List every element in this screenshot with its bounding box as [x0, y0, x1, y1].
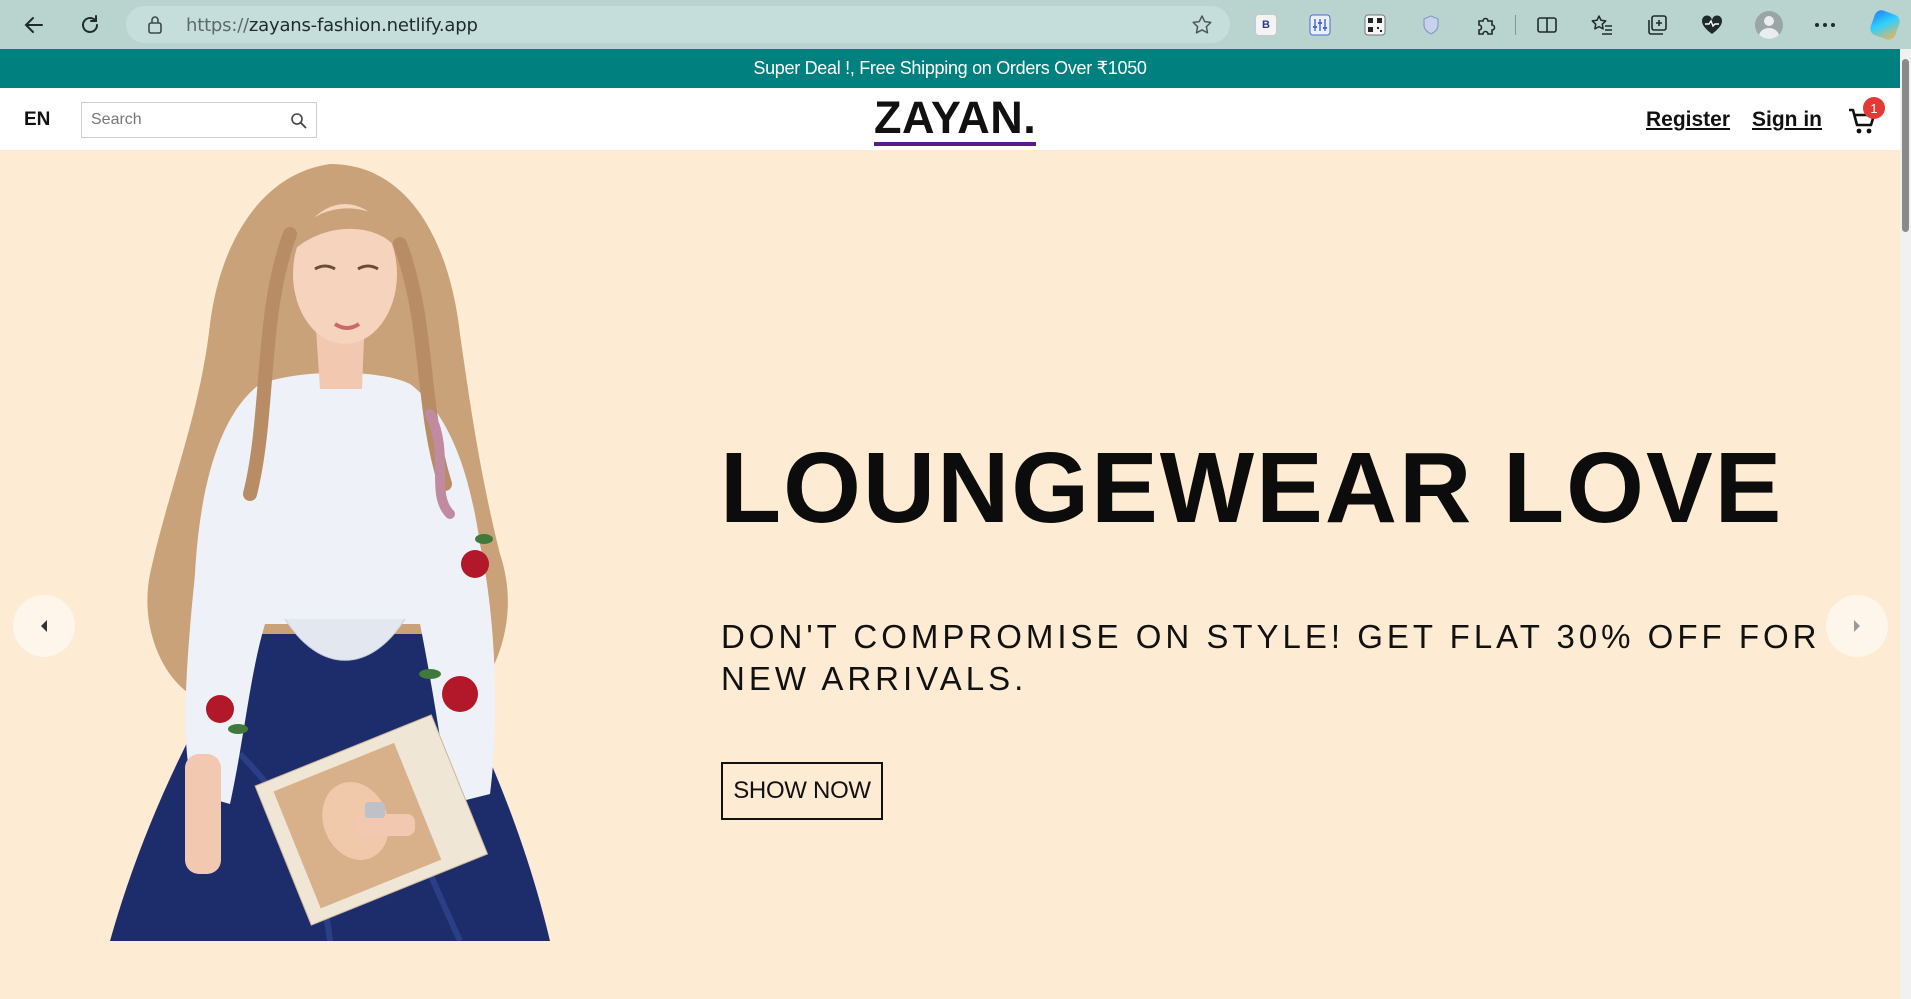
language-selector[interactable]: EN: [24, 109, 50, 131]
back-button[interactable]: [16, 7, 52, 43]
search-icon[interactable]: [290, 112, 307, 129]
promo-text: Super Deal !, Free Shipping on Orders Ov…: [753, 58, 1147, 78]
qr-code-icon: [1364, 14, 1386, 36]
favorite-star-icon[interactable]: [1190, 13, 1214, 37]
slider-prev-button[interactable]: [13, 595, 75, 657]
extension-shield-button[interactable]: [1414, 8, 1448, 42]
scrollbar-thumb[interactable]: [1902, 59, 1909, 232]
caret-left-icon: [41, 620, 47, 632]
more-dots-icon: [1815, 23, 1835, 27]
site-header: EN ZAYAN. Register Sign in 1: [0, 88, 1900, 150]
extensions-button[interactable]: [1469, 8, 1503, 42]
address-bar[interactable]: https://zayans-fashion.netlify.app: [126, 6, 1230, 43]
puzzle-icon: [1478, 17, 1496, 35]
search-box: [81, 102, 317, 138]
reload-button[interactable]: [72, 7, 108, 43]
copilot-icon: [1868, 8, 1902, 42]
hero-slider: LOUNGEWEAR LOVE DON'T COMPROMISE ON STYL…: [0, 150, 1900, 999]
shield-icon: [1423, 15, 1439, 35]
browser-toolbar: https://zayans-fashion.netlify.app B: [0, 0, 1911, 49]
hero-model-image: [110, 164, 550, 941]
extension-b-button[interactable]: B: [1249, 8, 1283, 42]
arrow-left-icon: [24, 17, 43, 33]
split-screen-button[interactable]: [1530, 8, 1564, 42]
page-scrollbar[interactable]: [1900, 49, 1911, 999]
sign-in-link[interactable]: Sign in: [1752, 108, 1822, 132]
slider-next-button[interactable]: [1826, 595, 1888, 657]
collections-button[interactable]: [1640, 8, 1674, 42]
browser-essentials-button[interactable]: [1695, 8, 1729, 42]
site-logo[interactable]: ZAYAN.: [874, 94, 1037, 146]
reload-icon: [82, 15, 98, 33]
profile-button[interactable]: [1752, 8, 1786, 42]
url-protocol: https://: [186, 15, 249, 36]
extension-equalizer-button[interactable]: [1303, 8, 1337, 42]
collections-icon: [1648, 15, 1667, 35]
extension-b-icon: B: [1255, 14, 1277, 36]
more-menu-button[interactable]: [1808, 8, 1842, 42]
hero-subtitle: DON'T COMPROMISE ON STYLE! GET FLAT 30% …: [721, 618, 1821, 697]
search-input[interactable]: [82, 103, 272, 137]
favorites-button[interactable]: [1585, 8, 1619, 42]
heart-pulse-icon: [1701, 15, 1723, 34]
cart-button[interactable]: 1: [1847, 97, 1885, 136]
show-now-button[interactable]: SHOW NOW: [721, 762, 883, 820]
register-link[interactable]: Register: [1646, 108, 1730, 132]
promo-banner: Super Deal !, Free Shipping on Orders Ov…: [0, 49, 1900, 88]
avatar: [1755, 11, 1783, 39]
favorites-list-icon: [1591, 15, 1612, 35]
copilot-button[interactable]: [1868, 8, 1902, 42]
caret-right-icon: [1854, 620, 1860, 632]
toolbar-divider: [1515, 15, 1516, 35]
split-screen-icon: [1537, 17, 1557, 33]
hero-title: LOUNGEWEAR LOVE: [720, 432, 1784, 544]
cart-count-badge: 1: [1863, 97, 1885, 119]
lock-icon: [148, 16, 162, 34]
extension-qr-button[interactable]: [1358, 8, 1392, 42]
url-text: https://zayans-fashion.netlify.app: [186, 15, 478, 36]
equalizer-icon: [1309, 14, 1331, 36]
url-host: zayans-fashion.netlify.app: [248, 15, 478, 36]
